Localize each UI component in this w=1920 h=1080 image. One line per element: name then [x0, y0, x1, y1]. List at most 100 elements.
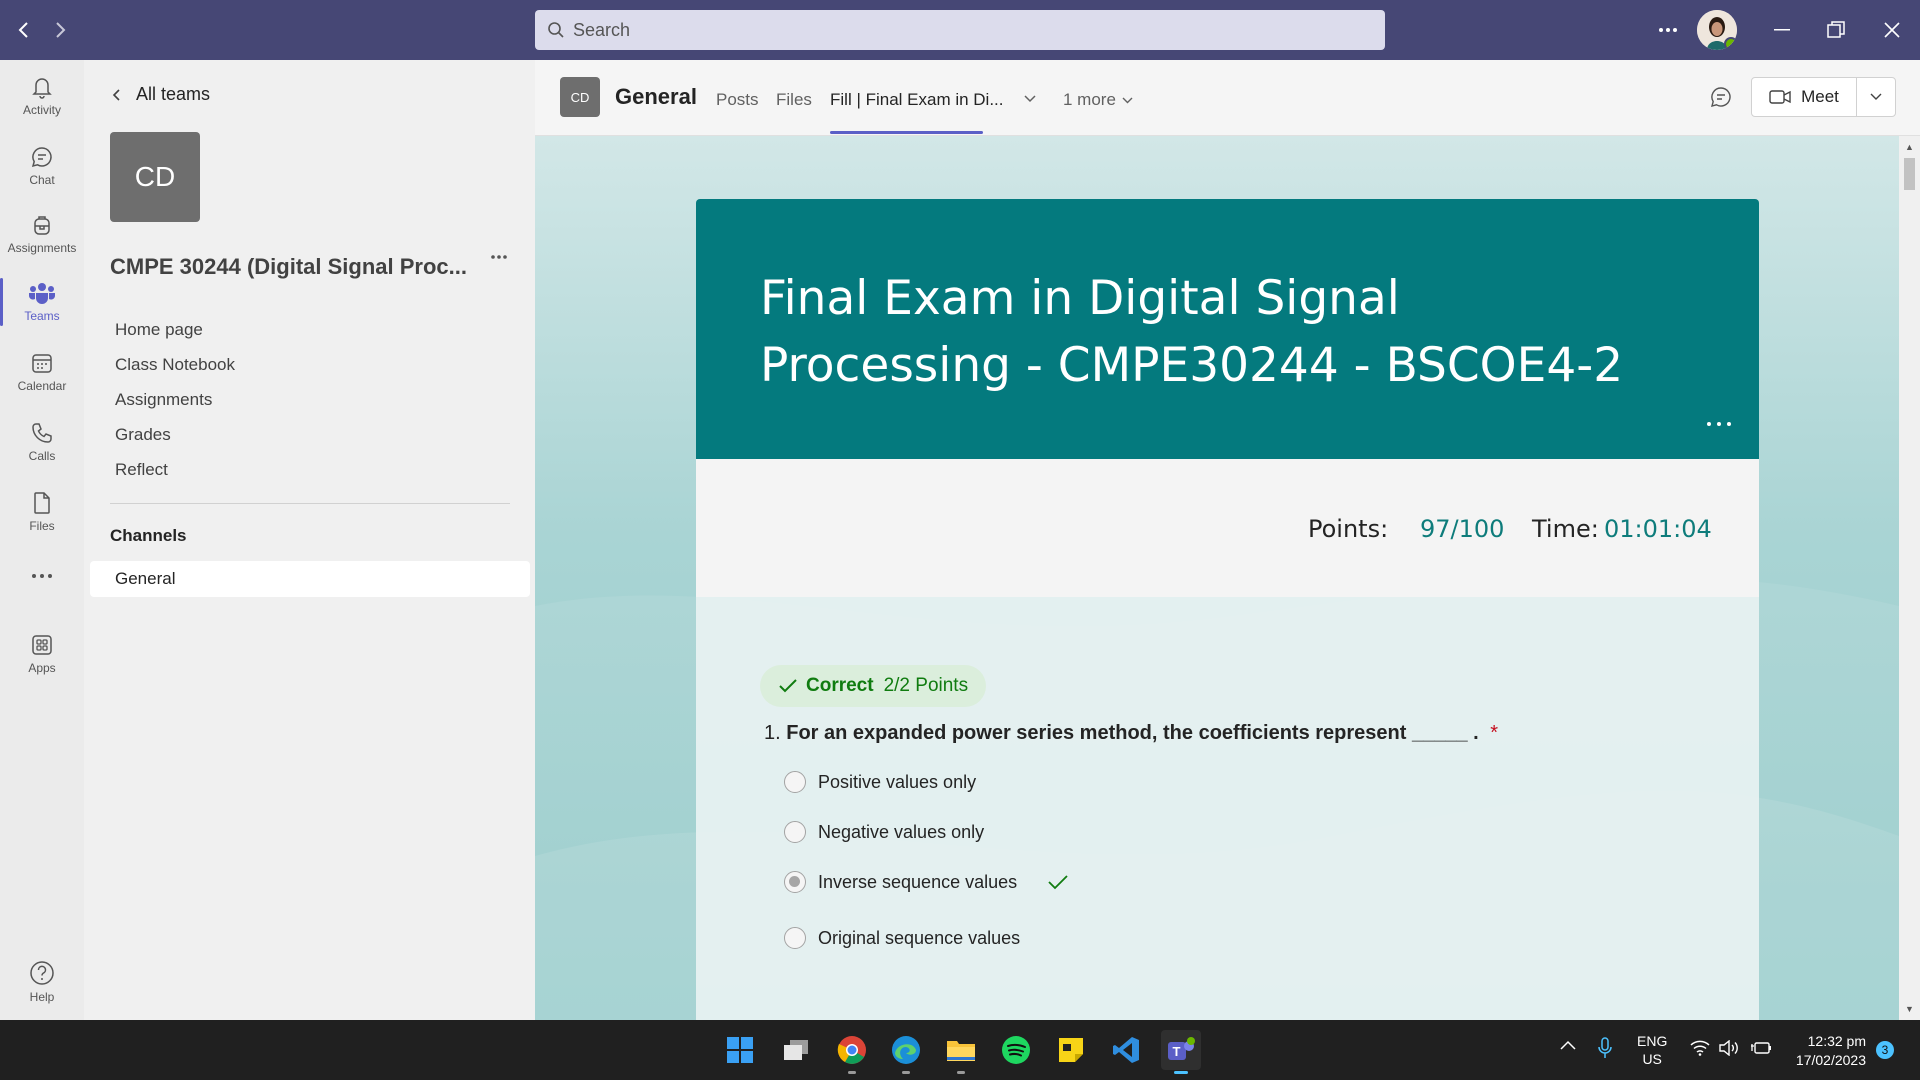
scroll-thumb[interactable]	[1904, 158, 1915, 190]
team-link-grades[interactable]: Grades	[115, 425, 171, 445]
back-arrow-icon[interactable]	[6, 0, 42, 60]
radio-button[interactable]	[784, 821, 806, 843]
option-4[interactable]: Original sequence values	[784, 927, 1020, 949]
required-asterisk: *	[1490, 722, 1499, 744]
radio-button[interactable]	[784, 771, 806, 793]
more-options-icon[interactable]	[1648, 0, 1688, 60]
close-icon[interactable]	[1870, 0, 1914, 60]
more-apps-icon[interactable]	[0, 554, 84, 598]
tab-dropdown-chevron-icon[interactable]	[1024, 95, 1036, 103]
channel-item-general[interactable]: General	[90, 561, 530, 597]
video-camera-icon	[1769, 90, 1791, 104]
help-icon	[29, 960, 55, 986]
notification-badge[interactable]: 3	[1876, 1041, 1894, 1059]
avatar[interactable]	[1697, 10, 1737, 50]
channels-heading: Channels	[110, 526, 187, 545]
rail-label: Assignments	[7, 241, 77, 255]
clock[interactable]: 12:32 pm 17/02/2023	[1788, 1032, 1866, 1070]
language-code: ENG	[1637, 1033, 1668, 1049]
meet-button[interactable]: Meet	[1751, 77, 1857, 117]
team-link-assignments[interactable]: Assignments	[115, 390, 212, 410]
rail-item-assignments[interactable]: Assignments	[0, 202, 84, 266]
windows-start-icon[interactable]	[720, 1030, 760, 1070]
battery-icon[interactable]	[1750, 1040, 1772, 1056]
file-icon	[30, 491, 54, 515]
channel-title: General	[615, 84, 697, 109]
meet-dropdown-chevron-icon[interactable]	[1856, 77, 1896, 117]
app-rail: Activity Chat Assignments Teams Calendar…	[0, 60, 84, 1020]
scroll-down-arrow-icon[interactable]: ▼	[1905, 1004, 1914, 1014]
time-value: 01:01:04	[1604, 515, 1712, 543]
rail-item-calendar[interactable]: Calendar	[0, 340, 84, 404]
scroll-up-arrow-icon[interactable]: ▲	[1905, 142, 1914, 152]
team-link-home-page[interactable]: Home page	[115, 320, 203, 340]
spotify-icon[interactable]	[996, 1030, 1036, 1070]
option-1[interactable]: Positive values only	[784, 771, 976, 793]
restore-icon[interactable]	[1814, 0, 1858, 60]
search-box[interactable]	[535, 10, 1385, 50]
form-viewport[interactable]: Final Exam in Digital Signal Processing …	[535, 136, 1899, 1020]
rail-label: Apps	[28, 661, 56, 675]
wifi-icon[interactable]	[1690, 1040, 1710, 1056]
task-view-icon[interactable]	[776, 1030, 816, 1070]
tab-files[interactable]: Files	[776, 90, 812, 110]
volume-icon[interactable]	[1719, 1040, 1741, 1056]
show-hidden-icons-chevron-icon[interactable]	[1560, 1040, 1576, 1050]
file-explorer-icon[interactable]	[941, 1030, 981, 1074]
bell-icon	[30, 75, 54, 99]
points-value: 97/100	[1420, 515, 1505, 543]
tab-posts[interactable]: Posts	[716, 90, 759, 110]
rail-item-activity[interactable]: Activity	[0, 64, 84, 128]
all-teams-link[interactable]: All teams	[112, 84, 210, 105]
running-indicator	[957, 1071, 965, 1074]
team-more-options-icon[interactable]	[490, 254, 508, 260]
option-3[interactable]: Inverse sequence values	[784, 871, 1069, 893]
forward-arrow-icon[interactable]	[42, 0, 78, 60]
rail-label: Activity	[22, 103, 61, 117]
vscode-icon[interactable]	[1106, 1030, 1146, 1070]
sticky-notes-icon[interactable]	[1051, 1030, 1091, 1070]
rail-item-chat[interactable]: Chat	[0, 134, 84, 198]
conversation-icon[interactable]	[1710, 86, 1732, 108]
rail-item-calls[interactable]: Calls	[0, 410, 84, 474]
edge-icon[interactable]	[886, 1030, 926, 1074]
radio-button[interactable]	[784, 927, 806, 949]
chevron-left-icon	[112, 88, 122, 102]
language-indicator[interactable]: ENG US	[1637, 1032, 1667, 1068]
rail-item-help[interactable]: Help	[0, 950, 84, 1014]
svg-text:T: T	[1173, 1044, 1181, 1059]
vertical-scrollbar[interactable]: ▲ ▼	[1899, 136, 1920, 1020]
tab-more[interactable]: 1 more	[1063, 90, 1133, 110]
running-indicator	[1174, 1071, 1188, 1074]
question-prompt: For an expanded power series method, the…	[786, 722, 1479, 744]
rail-item-teams[interactable]: Teams	[0, 270, 84, 334]
channel-avatar: CD	[560, 77, 600, 117]
form-more-options-icon[interactable]	[1706, 421, 1732, 427]
minimize-icon[interactable]	[1760, 0, 1804, 60]
clock-date: 17/02/2023	[1795, 1052, 1866, 1068]
keyboard-region: US	[1642, 1051, 1662, 1067]
form-card: Final Exam in Digital Signal Processing …	[696, 199, 1759, 1020]
rail-label: Help	[29, 990, 55, 1004]
team-link-reflect[interactable]: Reflect	[115, 460, 168, 480]
presence-available-icon	[1724, 37, 1737, 50]
microphone-icon[interactable]	[1598, 1037, 1612, 1059]
correct-answer-check-icon	[1047, 874, 1069, 890]
option-label: Original sequence values	[818, 927, 1021, 948]
option-label: Inverse sequence values	[818, 871, 1018, 892]
running-indicator	[902, 1071, 910, 1074]
option-2[interactable]: Negative values only	[784, 821, 984, 843]
tab-form[interactable]: Fill | Final Exam in Di...	[830, 90, 1004, 110]
rail-item-apps[interactable]: Apps	[0, 622, 84, 686]
checkmark-icon	[778, 678, 798, 694]
search-input[interactable]	[573, 19, 1353, 41]
question-area: Correct 2/2 Points 1. For an expanded po…	[696, 597, 1759, 1020]
chrome-icon[interactable]	[832, 1030, 872, 1074]
question-text: 1. For an expanded power series method, …	[764, 722, 1498, 745]
radio-button-selected[interactable]	[784, 871, 806, 893]
teams-icon	[28, 281, 56, 305]
team-avatar: CD	[110, 132, 200, 222]
team-link-class-notebook[interactable]: Class Notebook	[115, 355, 235, 375]
rail-item-files[interactable]: Files	[0, 480, 84, 544]
teams-app-icon[interactable]: T	[1161, 1030, 1201, 1074]
